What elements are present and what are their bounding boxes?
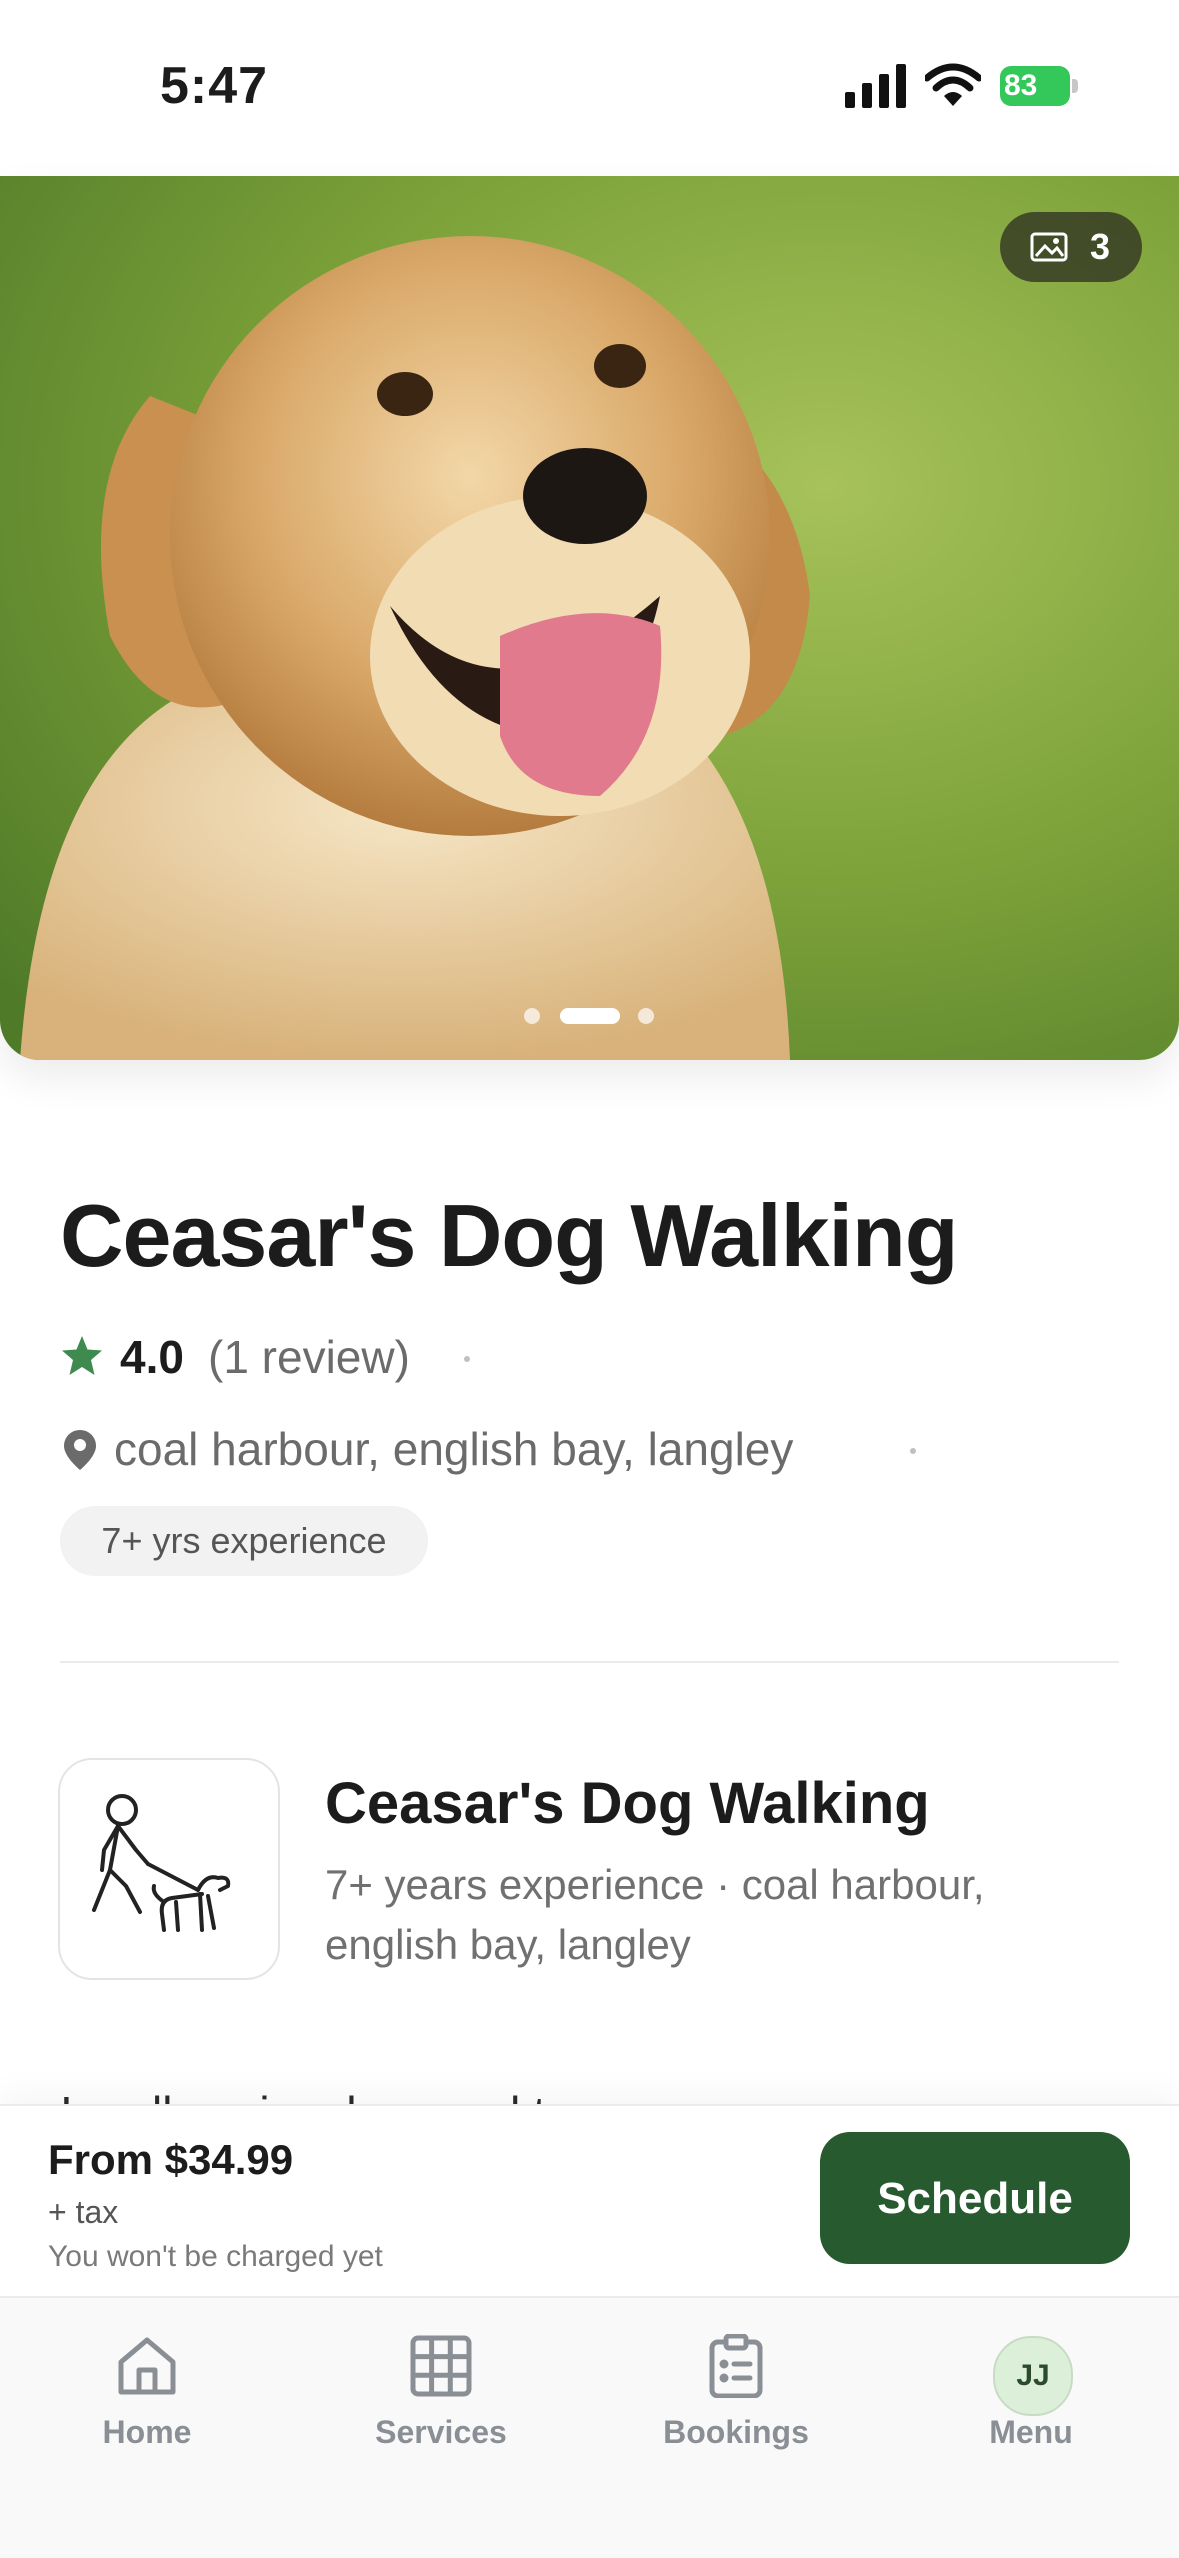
carousel-dot[interactable] (524, 1008, 540, 1024)
home-icon (118, 2337, 176, 2395)
tab-label: Services (375, 2414, 507, 2450)
tab-label: Menu (989, 2414, 1073, 2450)
service-locations: coal harbour, english bay, langley (114, 1423, 794, 1475)
charge-note: You won't be charged yet (48, 2240, 383, 2273)
divider (60, 1661, 1119, 1663)
cellular-signal-icon (845, 64, 906, 108)
carousel-dot-active[interactable] (560, 1008, 620, 1024)
photo-count-badge[interactable]: 3 (1000, 212, 1142, 282)
tab-bar: Home Services Bookings JJ Menu (0, 2296, 1179, 2558)
grid-icon (410, 2335, 472, 2397)
listing-title: Ceasar's Dog Walking (60, 1186, 958, 1285)
wifi-icon (925, 63, 981, 106)
image-icon (1030, 232, 1068, 262)
provider-description: 7+ years experience · coal harbour, engl… (325, 1861, 985, 1968)
review-count[interactable]: (1 review) (208, 1330, 410, 1384)
avatar: JJ (993, 2336, 1073, 2416)
star-icon (62, 1336, 102, 1375)
carousel-dot[interactable] (638, 1008, 654, 1024)
tax-note: + tax (48, 2194, 119, 2230)
status-time: 5:47 (160, 57, 269, 115)
booking-bar: From $34.99 + tax You won't be charged y… (0, 2104, 1179, 2298)
schedule-button[interactable]: Schedule (820, 2132, 1130, 2264)
bio-preview: I really enjoy dogs and to... (60, 2086, 610, 2104)
price: From $34.99 (48, 2136, 294, 2183)
tab-menu[interactable]: JJ Menu (911, 2316, 1151, 2456)
clipboard-icon (709, 2334, 763, 2398)
hero-image-carousel[interactable]: 3 (0, 176, 1179, 1060)
battery-icon: 83 (1000, 66, 1078, 106)
separator-dot (464, 1356, 470, 1362)
rating-value: 4.0 (120, 1331, 184, 1383)
separator-dot (910, 1448, 916, 1454)
status-bar: 5:47 83 (0, 0, 1179, 176)
dog-walker-icon (92, 1794, 231, 1932)
tab-label: Home (102, 2414, 192, 2450)
tab-home[interactable]: Home (27, 2316, 267, 2456)
tab-label: Bookings (663, 2414, 809, 2450)
tab-bookings[interactable]: Bookings (616, 2316, 856, 2456)
provider-name: Ceasar's Dog Walking (325, 1771, 930, 1836)
battery-level: 83 (1000, 66, 1070, 106)
tab-services[interactable]: Services (321, 2316, 561, 2456)
experience-badge: 7+ yrs experience (60, 1506, 428, 1576)
provider-logo[interactable] (58, 1758, 280, 1980)
carousel-indicator (0, 1006, 1179, 1026)
location-pin-icon (64, 1430, 96, 1470)
dog-photo (0, 176, 1179, 1060)
photo-count: 3 (1090, 226, 1111, 267)
